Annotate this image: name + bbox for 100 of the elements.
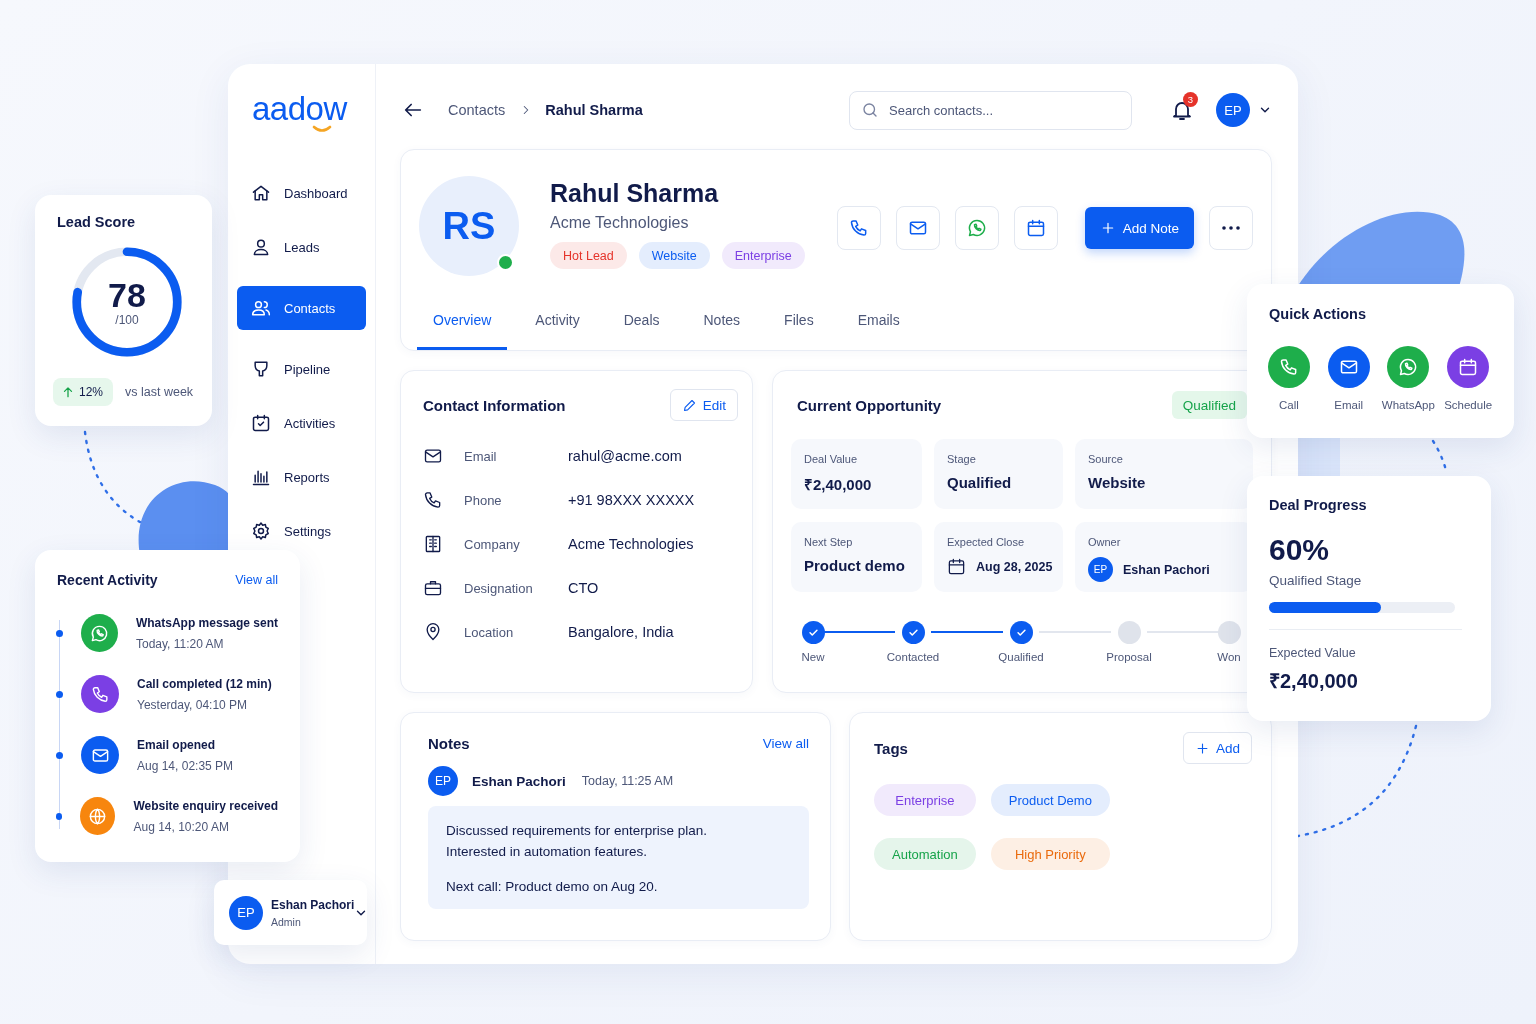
notification-badge: 3	[1183, 92, 1198, 107]
nav-item[interactable]: Pipeline	[237, 354, 366, 384]
timeline-dot	[56, 629, 63, 637]
timestamp: Today, 11:25 AM	[581, 774, 674, 788]
tile-label: Stage	[947, 453, 977, 465]
action-label: Call	[1278, 399, 1299, 411]
card-title: Deal Progress	[1269, 497, 1368, 513]
avatar: EP	[428, 766, 458, 796]
note-text: Discussed requirements for enterprise plan. Interested in automation features.	[446, 822, 709, 861]
nav-item[interactable]: Activities	[237, 408, 366, 438]
stage-label: Won	[1217, 651, 1241, 663]
status-badge: Qualified	[1171, 391, 1247, 419]
arrow-up-icon	[61, 385, 75, 399]
change-badge: 12%	[53, 378, 114, 406]
tab[interactable]: Files	[768, 292, 830, 350]
card-title: Current Opportunity	[797, 396, 942, 414]
tile-value: Aug 28, 2025	[976, 559, 1053, 574]
timeline-dot	[56, 812, 63, 820]
tag: Hot Lead	[550, 242, 627, 269]
action-label: Email	[1334, 399, 1363, 411]
company-name: Acme Technologies	[550, 214, 690, 232]
field-value: CTO	[568, 580, 599, 596]
calendar-icon	[947, 557, 966, 576]
view-all-link[interactable]: View all	[235, 573, 278, 587]
edit-button[interactable]: Edit	[669, 389, 738, 421]
contact-name: Rahul Sharma	[550, 178, 720, 209]
action-label: Schedule	[1444, 399, 1493, 411]
nav-item[interactable]: Contacts	[237, 286, 366, 330]
field-value: Bangalore, India	[568, 624, 674, 640]
email-button[interactable]	[1327, 346, 1370, 388]
chat-bubble-icon	[1398, 357, 1419, 377]
call-button[interactable]	[1267, 346, 1310, 388]
breadcrumb-link[interactable]: Contacts	[448, 102, 506, 118]
nav-item[interactable]: Reports	[237, 462, 366, 492]
activity-title: Email opened	[137, 737, 217, 752]
tile-label: Deal Value	[804, 453, 858, 465]
calendar-icon	[1025, 218, 1046, 238]
tab[interactable]: Notes	[687, 292, 757, 350]
chat-bubble-icon	[966, 218, 987, 238]
search-field[interactable]: Search contacts...	[849, 90, 1132, 130]
tag: Enterprise	[874, 784, 976, 816]
phone-icon	[423, 490, 443, 510]
view-all-link[interactable]: View all	[762, 736, 809, 751]
chat-bubble-icon	[89, 623, 109, 643]
settings-icon	[251, 521, 271, 541]
tile-label: Expected Close	[947, 536, 1026, 548]
tile-value: Qualified	[947, 474, 1012, 491]
tab[interactable]: Emails	[841, 292, 916, 350]
tab[interactable]: Activity	[519, 292, 596, 350]
call-button[interactable]	[836, 206, 881, 250]
timeline-dot	[56, 751, 63, 759]
avatar: EP	[1088, 557, 1113, 582]
nav-item[interactable]: Settings	[237, 516, 366, 546]
pencil-icon	[681, 397, 697, 413]
add-note-button[interactable]: Add Note	[1084, 207, 1194, 249]
field-label: Company	[464, 536, 521, 552]
user-name: Eshan Pachori	[271, 897, 355, 912]
timestamp: Today, 11:20 AM	[135, 636, 225, 651]
calendar-check-icon	[251, 413, 271, 433]
timeline-dot	[56, 690, 63, 698]
score-value: 78	[108, 277, 146, 313]
tag: Enterprise	[721, 242, 805, 269]
timestamp: Aug 14, 10:20 AM	[133, 819, 230, 834]
schedule-button[interactable]	[1447, 346, 1490, 388]
tab[interactable]: Deals	[607, 292, 676, 350]
avatar[interactable]: EP	[1216, 93, 1250, 127]
tile-value: Product demo	[804, 557, 905, 574]
progress-percent: 60%	[1269, 533, 1331, 567]
tab[interactable]: Overview	[417, 292, 508, 350]
more-icon	[1222, 226, 1240, 230]
logo: aadow	[252, 92, 347, 126]
add-tag-button[interactable]: Add	[1182, 732, 1252, 764]
whatsapp-button[interactable]	[954, 206, 999, 250]
nav-item[interactable]: Dashboard	[237, 178, 366, 208]
schedule-button[interactable]	[1013, 206, 1058, 250]
person-icon	[251, 237, 271, 257]
calendar-icon	[1458, 357, 1479, 377]
card-title: Quick Actions	[1269, 306, 1367, 322]
stage-label: Proposal	[1106, 651, 1152, 663]
phone-icon	[1278, 357, 1299, 377]
field-value: rahul@acme.com	[568, 448, 682, 464]
stage-label: New	[801, 651, 825, 663]
card-title: Contact Information	[423, 396, 566, 414]
funnel-icon	[251, 359, 271, 379]
stage-label: Qualified	[998, 651, 1044, 663]
card-title: Notes	[428, 735, 470, 752]
nav-item[interactable]: Leads	[237, 232, 366, 262]
email-button[interactable]	[895, 206, 940, 250]
tag: Website	[638, 242, 710, 269]
plus-icon	[1194, 740, 1210, 756]
envelope-icon	[1338, 357, 1359, 377]
field-value: +91 98XXX XXXXX	[568, 492, 695, 508]
smile-icon	[312, 125, 332, 133]
tag: High Priority	[990, 838, 1110, 870]
note-text: Next call: Product demo on Aug 20.	[446, 878, 659, 896]
score-max: /100	[115, 313, 139, 327]
phone-icon	[848, 218, 869, 238]
user-card[interactable]: EP Eshan Pachori Admin	[214, 880, 367, 945]
whatsapp-button[interactable]	[1387, 346, 1430, 388]
activity-title: Website enquiry received	[133, 798, 278, 813]
